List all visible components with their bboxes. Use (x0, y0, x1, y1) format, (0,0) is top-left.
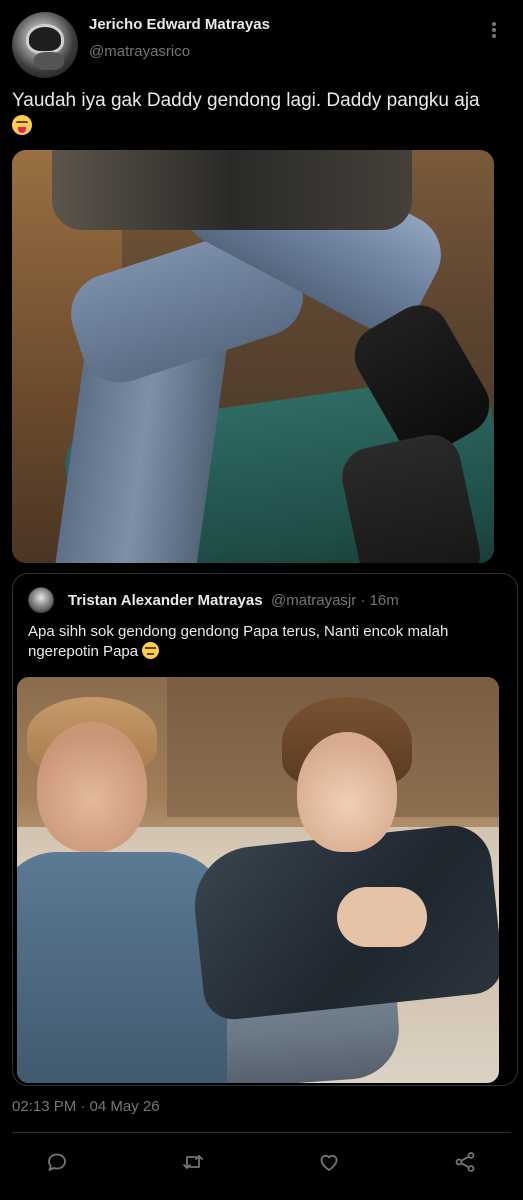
tweet-detail: Jericho Edward Matrayas @matrayasrico Ya… (0, 0, 523, 1200)
quoted-author-name: Tristan Alexander Matrayas (68, 592, 263, 609)
like-icon[interactable] (315, 1148, 343, 1176)
avatar-image (26, 24, 64, 54)
quoted-tweet-text: Apa sihh sok gendong gendong Papa terus,… (28, 622, 508, 662)
unamused-face-icon (142, 642, 160, 659)
author-handle[interactable]: @matrayasrico (89, 43, 190, 60)
divider (12, 1132, 511, 1133)
tweet-timestamp[interactable]: 02:13 PM · 04 May 26 (12, 1098, 160, 1115)
avatar-image-detail (34, 52, 64, 70)
author-name[interactable]: Jericho Edward Matrayas (89, 16, 270, 33)
squinting-face-with-tongue-icon (12, 115, 32, 135)
reply-icon[interactable] (43, 1148, 71, 1176)
tweet-text: Yaudah iya gak Daddy gendong lagi. Daddy… (12, 88, 512, 138)
quoted-text-content: Apa sihh sok gendong gendong Papa terus,… (28, 623, 449, 660)
quoted-tweet[interactable]: Tristan Alexander Matrayas @matrayasjr ·… (12, 573, 518, 1086)
tweet-photo[interactable] (12, 150, 494, 563)
author-avatar[interactable] (12, 12, 78, 78)
more-options-icon[interactable] (486, 20, 502, 44)
share-icon[interactable] (451, 1148, 479, 1176)
quoted-author-avatar (28, 587, 54, 613)
tweet-text-content: Yaudah iya gak Daddy gendong lagi. Daddy… (12, 90, 480, 111)
retweet-icon[interactable] (179, 1148, 207, 1176)
quoted-author-meta: @matrayasjr · 16m (271, 592, 399, 609)
quoted-tweet-photo[interactable] (17, 677, 499, 1083)
